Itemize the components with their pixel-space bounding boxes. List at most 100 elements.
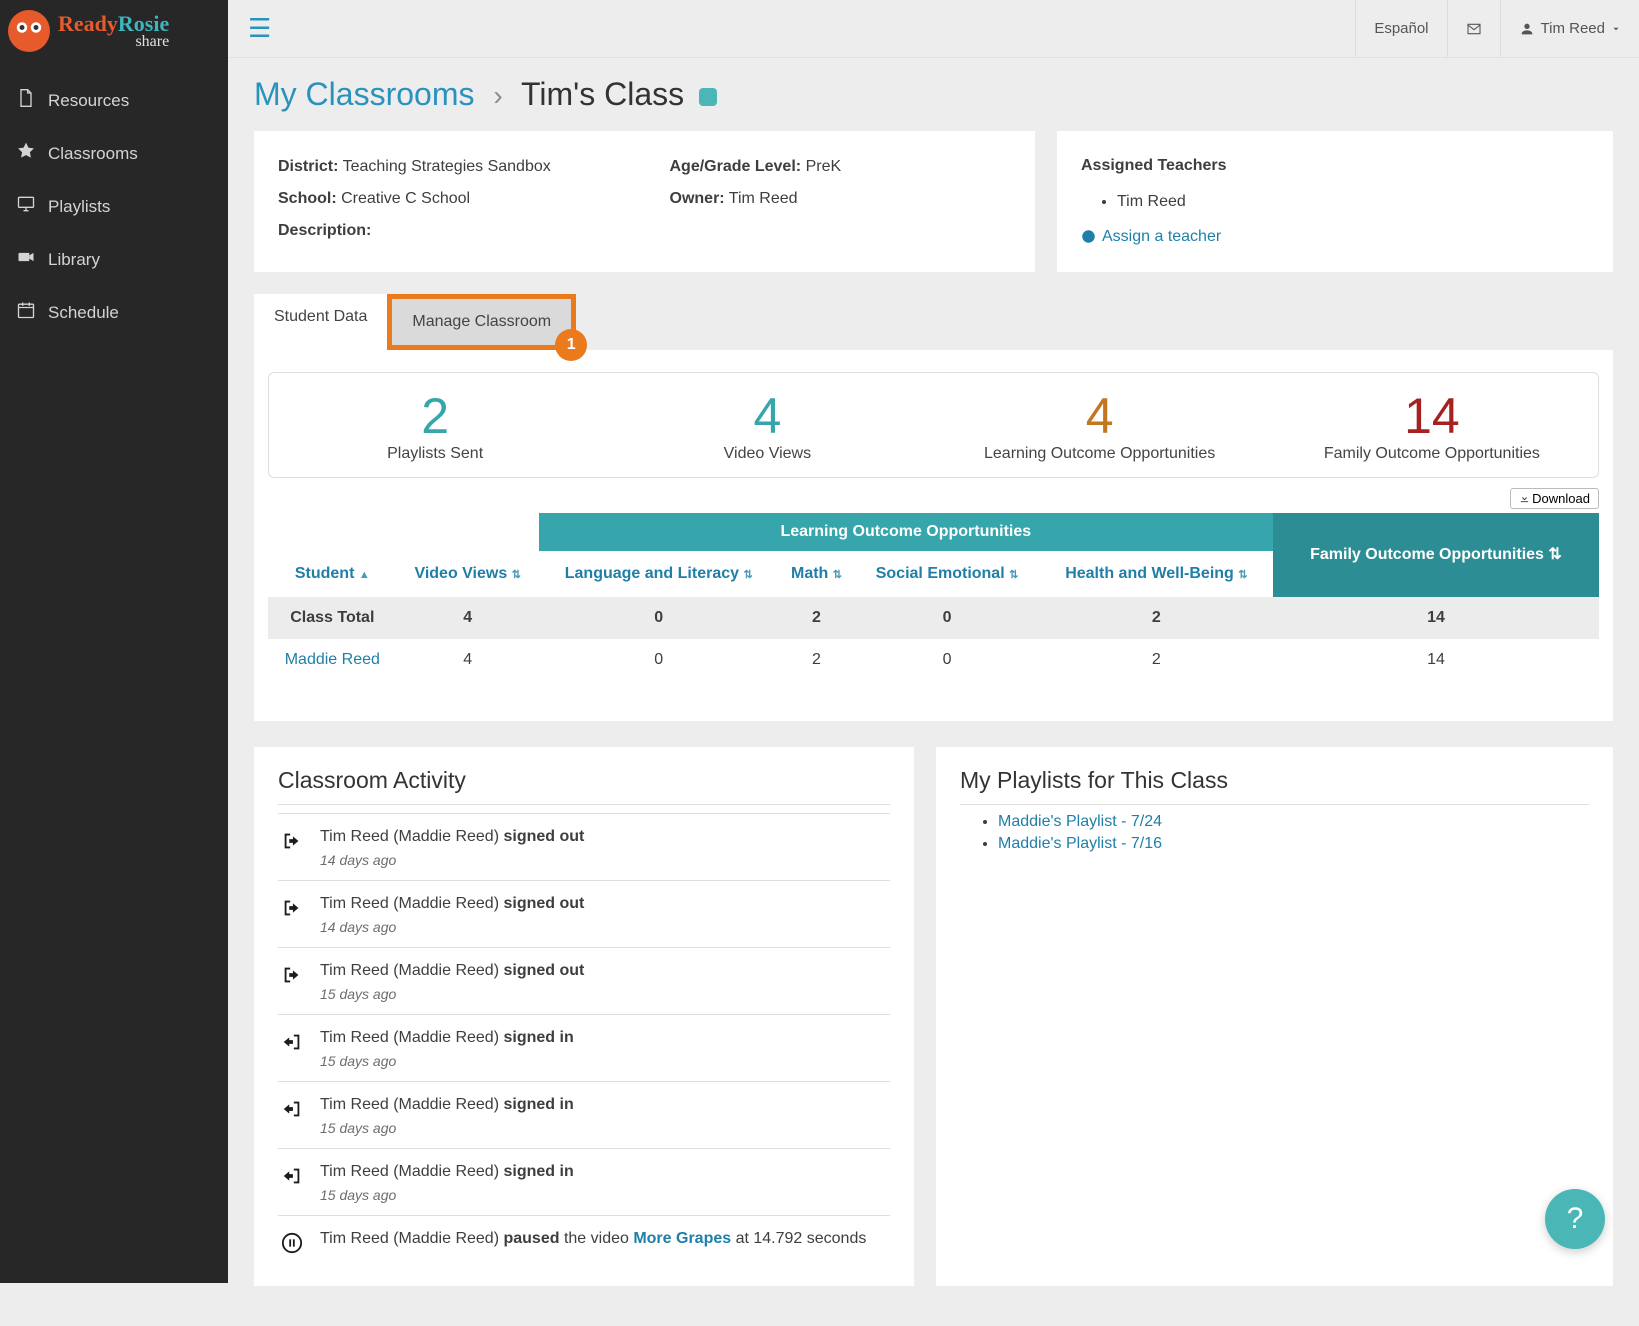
activity-time: 15 days ago	[320, 1053, 574, 1069]
owner-label: Owner:	[670, 190, 725, 207]
playlist-link[interactable]: Maddie's Playlist - 7/24	[998, 813, 1162, 830]
logo[interactable]: ReadyRosie share	[0, 0, 228, 56]
activity-item: Tim Reed (Maddie Reed) signed in 15 days …	[278, 1014, 890, 1081]
stat-label: Learning Outcome Opportunities	[934, 445, 1266, 463]
cell: 4	[397, 597, 539, 639]
sidebar-item-schedule[interactable]: Schedule	[0, 286, 228, 339]
stat-value: 4	[601, 387, 933, 445]
activity-time: 14 days ago	[320, 852, 584, 868]
chevron-down-icon	[1611, 24, 1621, 34]
cell: 14	[1273, 639, 1599, 681]
group-header-family[interactable]: Family Outcome Opportunities ⇅	[1273, 513, 1599, 597]
outcomes-table: Learning Outcome Opportunities Family Ou…	[268, 513, 1599, 681]
help-button[interactable]: ?	[1545, 1189, 1605, 1249]
activity-item: Tim Reed (Maddie Reed) signed out14 days…	[278, 880, 890, 947]
playlist-list: Maddie's Playlist - 7/24 Maddie's Playlis…	[960, 813, 1589, 853]
cell: 0	[854, 597, 1040, 639]
classroom-info-card: District: Teaching Strategies Sandbox Sc…	[254, 131, 1035, 272]
district-label: District:	[278, 158, 338, 175]
activity-action: paused	[503, 1230, 559, 1247]
download-button[interactable]: Download	[1510, 488, 1599, 509]
cell: 2	[779, 597, 855, 639]
playlist-item: Maddie's Playlist - 7/16	[998, 835, 1589, 853]
student-name: Maddie Reed	[268, 639, 397, 681]
group-header-learning: Learning Outcome Opportunities	[539, 513, 1273, 551]
col-social-emotional[interactable]: Social Emotional ⇅	[854, 551, 1040, 597]
playlists-panel: My Playlists for This Class Maddie's Pla…	[936, 747, 1613, 1286]
table-row-total: Class Total4020214	[268, 597, 1599, 639]
sign-out-icon	[278, 897, 306, 935]
district-value: Teaching Strategies Sandbox	[343, 158, 551, 175]
user-menu[interactable]: Tim Reed	[1500, 0, 1639, 57]
plus-circle-icon	[1081, 229, 1096, 244]
activity-time: 15 days ago	[320, 986, 584, 1002]
sidebar-item-label: Schedule	[48, 303, 119, 323]
playlist-link[interactable]: Maddie's Playlist - 7/16	[998, 835, 1162, 852]
sidebar-item-classrooms[interactable]: Classrooms	[0, 127, 228, 180]
sign-out-icon	[278, 964, 306, 1002]
star-icon	[16, 141, 36, 166]
sidebar-item-label: Resources	[48, 91, 129, 111]
sign-in-icon	[278, 1031, 306, 1069]
student-link[interactable]: Maddie Reed	[285, 651, 380, 668]
stat-label: Video Views	[601, 445, 933, 463]
activity-who: Tim Reed (Maddie Reed)	[320, 1163, 503, 1180]
sign-in-icon	[278, 1098, 306, 1136]
activity-action: signed in	[503, 1029, 573, 1046]
download-icon	[1519, 493, 1530, 504]
breadcrumb-sep: ›	[493, 80, 502, 111]
assigned-teachers-card: Assigned Teachers Tim Reed Assign a teac…	[1057, 131, 1613, 272]
tab-student-data[interactable]: Student Data	[254, 294, 387, 350]
sidebar-item-label: Library	[48, 250, 100, 270]
owner-value: Tim Reed	[729, 190, 798, 207]
sign-out-icon	[278, 830, 306, 868]
activity-action: signed out	[503, 828, 584, 845]
col-student[interactable]: Student ▲	[268, 551, 397, 597]
teacher-list: Tim Reed	[1081, 187, 1589, 217]
activity-action: signed out	[503, 895, 584, 912]
breadcrumb-root[interactable]: My Classrooms	[254, 76, 474, 112]
cell: 14	[1273, 597, 1599, 639]
col-video-views[interactable]: Video Views ⇅	[397, 551, 539, 597]
grade-value: PreK	[806, 158, 842, 175]
activity-who: Tim Reed (Maddie Reed)	[320, 1230, 503, 1247]
activity-action: signed in	[503, 1163, 573, 1180]
stat-value: 4	[934, 387, 1266, 445]
activity-time: 15 days ago	[320, 1187, 574, 1203]
logo-mark-icon	[8, 10, 50, 52]
camera-icon	[16, 247, 36, 272]
activity-who: Tim Reed (Maddie Reed)	[320, 962, 503, 979]
activity-who: Tim Reed (Maddie Reed)	[320, 1096, 503, 1113]
cell: 0	[539, 639, 779, 681]
assign-teacher-link[interactable]: Assign a teacher	[1081, 222, 1589, 252]
description-label: Description:	[278, 222, 371, 239]
sidebar-item-resources[interactable]: Resources	[0, 74, 228, 127]
cell-label: Class Total	[268, 597, 397, 639]
sidebar-nav: Resources ClassroomsPlaylists Library Sched…	[0, 74, 228, 339]
pause-icon	[278, 1232, 306, 1254]
col-language-and-literacy[interactable]: Language and Literacy ⇅	[539, 551, 779, 597]
sidebar-item-library[interactable]: Library	[0, 233, 228, 286]
sidebar: ReadyRosie share Resources ClassroomsPlay…	[0, 0, 228, 1283]
cell: 0	[854, 639, 1040, 681]
sidebar-item-playlists[interactable]: Playlists	[0, 180, 228, 233]
menu-toggle-icon[interactable]: ☰	[240, 5, 279, 52]
download-label: Download	[1532, 491, 1590, 506]
col-math[interactable]: Math ⇅	[779, 551, 855, 597]
classroom-activity-panel: Classroom Activity Tim Reed (Maddie Reed…	[254, 747, 914, 1286]
stat-playlists-sent: 2Playlists Sent	[269, 387, 601, 463]
cell: 2	[1040, 597, 1273, 639]
activity-item: Tim Reed (Maddie Reed) signed in 15 days …	[278, 1148, 890, 1215]
activity-who: Tim Reed (Maddie Reed)	[320, 1029, 503, 1046]
tab-manage-classroom[interactable]: Manage Classroom	[392, 299, 571, 345]
file-icon	[16, 88, 36, 113]
stat-label: Family Outcome Opportunities	[1266, 445, 1598, 463]
mail-button[interactable]	[1447, 0, 1500, 57]
col-health-and-well-being[interactable]: Health and Well-Being ⇅	[1040, 551, 1273, 597]
playlists-heading: My Playlists for This Class	[960, 767, 1589, 794]
stat-family-outcome-opportunities: 14Family Outcome Opportunities	[1266, 387, 1598, 463]
activity-video-link[interactable]: More Grapes	[633, 1230, 731, 1247]
language-switch[interactable]: Español	[1355, 0, 1446, 57]
calendar-icon	[16, 300, 36, 325]
monitor-icon	[16, 194, 36, 219]
